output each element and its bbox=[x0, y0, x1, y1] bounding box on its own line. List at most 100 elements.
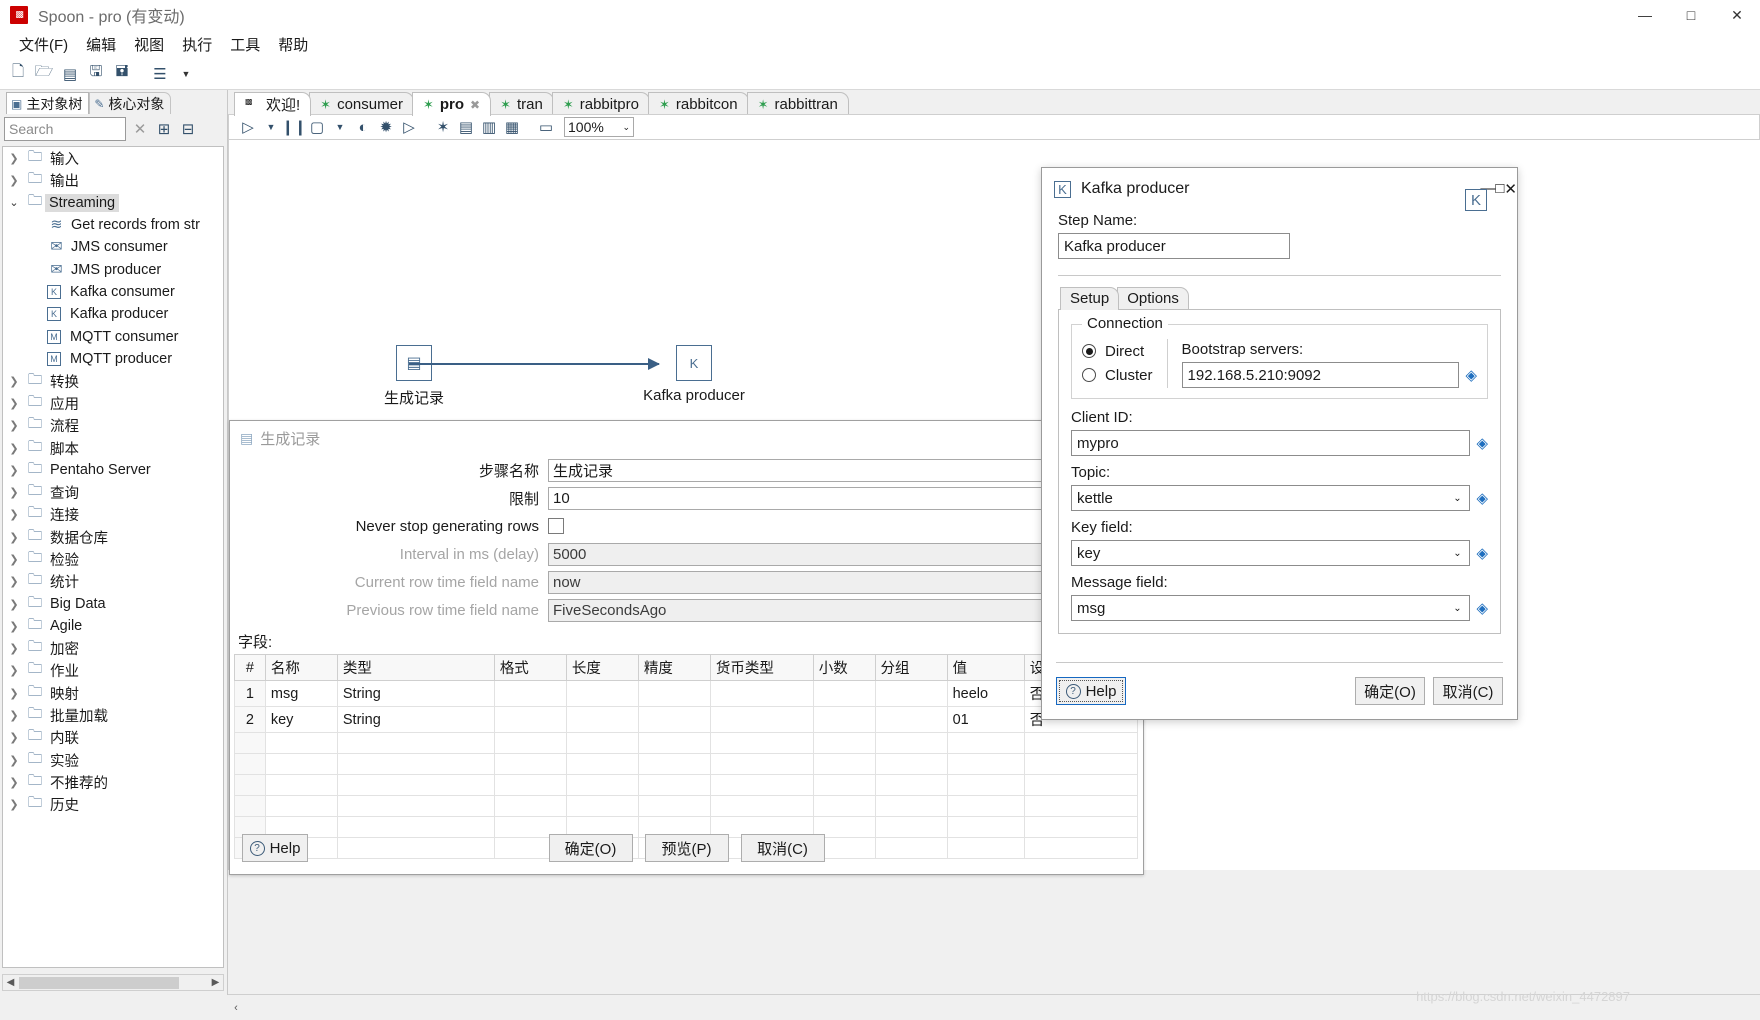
menu-item-file[interactable]: 文件(F) bbox=[10, 32, 77, 57]
chevron-down-icon[interactable]: ⌄ bbox=[3, 196, 25, 209]
chevron-right-icon[interactable]: ❯ bbox=[3, 419, 25, 432]
tree-node-transform[interactable]: ❯ 🗀 转换 bbox=[3, 370, 223, 392]
tab-welcome[interactable]: ▩ 欢迎! bbox=[234, 92, 312, 116]
tree-node-streaming[interactable]: ⌄ 🗀 Streaming bbox=[3, 192, 223, 214]
cell-name[interactable]: key bbox=[264, 706, 338, 733]
tree-node-job[interactable]: ❯ 🗀 作业 bbox=[3, 660, 223, 682]
chevron-right-icon[interactable]: ❯ bbox=[3, 531, 25, 544]
scroll-right-icon[interactable]: ▶ bbox=[208, 977, 223, 988]
cell-currency[interactable] bbox=[709, 706, 814, 733]
chevron-right-icon[interactable]: ❯ bbox=[3, 152, 25, 165]
explorer-icon[interactable]: ▤ bbox=[58, 62, 82, 86]
cell-length[interactable] bbox=[565, 706, 639, 733]
tree-node-experimental[interactable]: ❯ 🗀 实验 bbox=[3, 749, 223, 771]
cell-precision[interactable] bbox=[637, 680, 711, 707]
tree-node-mapping[interactable]: ❯ 🗀 映射 bbox=[3, 682, 223, 704]
close-button[interactable]: ✕ bbox=[1714, 0, 1760, 30]
scroll-left-icon[interactable]: ‹ bbox=[228, 1002, 244, 1014]
tab-main-object-tree[interactable]: ▣ 主对象树 bbox=[6, 92, 90, 114]
topic-select[interactable]: kettle ⌄ bbox=[1071, 485, 1471, 511]
message-field-select[interactable]: msg ⌄ bbox=[1071, 595, 1471, 621]
never-stop-checkbox[interactable] bbox=[548, 518, 564, 534]
impact-icon[interactable]: ▤ bbox=[455, 116, 477, 138]
chevron-right-icon[interactable]: ❯ bbox=[3, 687, 25, 700]
cell-group[interactable] bbox=[874, 680, 948, 707]
tree-node-agile[interactable]: ❯ 🗀 Agile bbox=[3, 615, 223, 637]
stop-options-chevron-icon[interactable]: ▼ bbox=[329, 116, 351, 138]
preview-icon[interactable]: ◐ bbox=[352, 116, 374, 138]
minimize-button[interactable]: — bbox=[1622, 0, 1668, 30]
tab-options[interactable]: Options bbox=[1117, 287, 1189, 310]
chevron-right-icon[interactable]: ❯ bbox=[3, 731, 25, 744]
tree-node-pentaho-server[interactable]: ❯ 🗀 Pentaho Server bbox=[3, 459, 223, 481]
tree-node-scripting[interactable]: ❯ 🗀 脚本 bbox=[3, 437, 223, 459]
tab-pro[interactable]: ✶ pro ✖ bbox=[411, 92, 492, 116]
canvas-node-generate-rows[interactable]: ▤ 生成记录 bbox=[359, 345, 469, 408]
tree-node-validation[interactable]: ❯ 🗀 检验 bbox=[3, 548, 223, 570]
maximize-button[interactable]: □ bbox=[1495, 180, 1504, 198]
close-button[interactable]: ✕ bbox=[1504, 180, 1517, 198]
tree-item-mqtt-consumer[interactable]: M MQTT consumer bbox=[3, 325, 223, 347]
tree-item-mqtt-producer[interactable]: M MQTT producer bbox=[3, 348, 223, 370]
tree-item-get-records-from-stream[interactable]: ≋ Get records from str bbox=[3, 214, 223, 236]
tree-node-inline[interactable]: ❯ 🗀 内联 bbox=[3, 727, 223, 749]
variable-diamond-icon[interactable]: ◈ bbox=[1476, 544, 1488, 562]
radio-cluster[interactable]: Cluster bbox=[1082, 363, 1153, 387]
cell-value[interactable]: 01 bbox=[946, 706, 1025, 733]
inspect-icon[interactable]: ▦ bbox=[501, 116, 523, 138]
chevron-right-icon[interactable]: ❯ bbox=[3, 598, 25, 611]
ok-button[interactable]: 确定(O) bbox=[548, 834, 633, 862]
sql-icon[interactable]: ▥ bbox=[478, 116, 500, 138]
cell-precision[interactable] bbox=[637, 706, 711, 733]
new-file-icon[interactable]: 🗋 bbox=[6, 62, 30, 86]
chevron-right-icon[interactable]: ❯ bbox=[3, 664, 25, 677]
chevron-down-icon[interactable]: ⌄ bbox=[622, 122, 630, 133]
table-row[interactable] bbox=[234, 774, 1139, 796]
radio-direct[interactable]: Direct bbox=[1082, 339, 1153, 363]
table-row[interactable]: 2 key String 01 否 bbox=[234, 706, 1139, 733]
cancel-button[interactable]: 取消(C) bbox=[1433, 677, 1503, 705]
tree-node-output[interactable]: ❯ 🗀 输出 bbox=[3, 169, 223, 191]
table-row[interactable] bbox=[234, 753, 1139, 775]
chevron-right-icon[interactable]: ❯ bbox=[3, 486, 25, 499]
tree-node-lookup[interactable]: ❯ 🗀 查询 bbox=[3, 481, 223, 503]
cell-group[interactable] bbox=[874, 706, 948, 733]
grid-icon[interactable]: ▭ bbox=[535, 116, 557, 138]
close-icon[interactable]: ✖ bbox=[470, 98, 480, 112]
stop-icon[interactable]: ▢ bbox=[306, 116, 328, 138]
chevron-right-icon[interactable]: ❯ bbox=[3, 174, 25, 187]
chevron-down-icon[interactable]: ⌄ bbox=[1447, 596, 1467, 620]
tree-item-jms-consumer[interactable]: ✉ JMS consumer bbox=[3, 236, 223, 258]
cell-format[interactable] bbox=[493, 706, 567, 733]
canvas-node-kafka-producer[interactable]: K Kafka producer bbox=[619, 345, 769, 404]
menu-item-tools[interactable]: 工具 bbox=[221, 32, 269, 57]
tree-node-big-data[interactable]: ❯ 🗀 Big Data bbox=[3, 593, 223, 615]
search-input[interactable]: Search bbox=[4, 117, 126, 141]
verify-icon[interactable]: ✶ bbox=[432, 116, 454, 138]
run-options-chevron-icon[interactable]: ▼ bbox=[260, 116, 282, 138]
tree-node-statistics[interactable]: ❯ 🗀 统计 bbox=[3, 571, 223, 593]
expand-all-icon[interactable]: ⊞ bbox=[154, 119, 174, 139]
run-icon[interactable]: ▷ bbox=[237, 116, 259, 138]
tree-item-kafka-consumer[interactable]: K Kafka consumer bbox=[3, 281, 223, 303]
pause-icon[interactable]: ❙❙ bbox=[281, 116, 306, 138]
key-field-select[interactable]: key ⌄ bbox=[1071, 540, 1471, 566]
cell-name[interactable]: msg bbox=[264, 680, 338, 707]
tree-node-application[interactable]: ❯ 🗀 应用 bbox=[3, 392, 223, 414]
ok-button[interactable]: 确定(O) bbox=[1355, 677, 1425, 705]
tree-node-history[interactable]: ❯ 🗀 历史 bbox=[3, 794, 223, 816]
chevron-right-icon[interactable]: ❯ bbox=[3, 464, 25, 477]
chevron-right-icon[interactable]: ❯ bbox=[3, 776, 25, 789]
save-as-icon[interactable]: 🖬 bbox=[110, 62, 134, 86]
chevron-right-icon[interactable]: ❯ bbox=[3, 508, 25, 521]
chevron-right-icon[interactable]: ❯ bbox=[3, 709, 25, 722]
tab-core-objects[interactable]: ✎ 核心对象 bbox=[89, 92, 172, 114]
variable-diamond-icon[interactable]: ◈ bbox=[1465, 366, 1477, 384]
layers-icon[interactable]: ☰ bbox=[148, 62, 172, 86]
chevron-right-icon[interactable]: ❯ bbox=[3, 397, 25, 410]
tab-consumer[interactable]: ✶ consumer bbox=[309, 92, 414, 116]
cell-type[interactable]: String bbox=[336, 706, 495, 733]
chevron-right-icon[interactable]: ❯ bbox=[3, 754, 25, 767]
tab-setup[interactable]: Setup bbox=[1060, 287, 1120, 310]
bootstrap-servers-input[interactable]: 192.168.5.210:9092 bbox=[1181, 362, 1460, 388]
